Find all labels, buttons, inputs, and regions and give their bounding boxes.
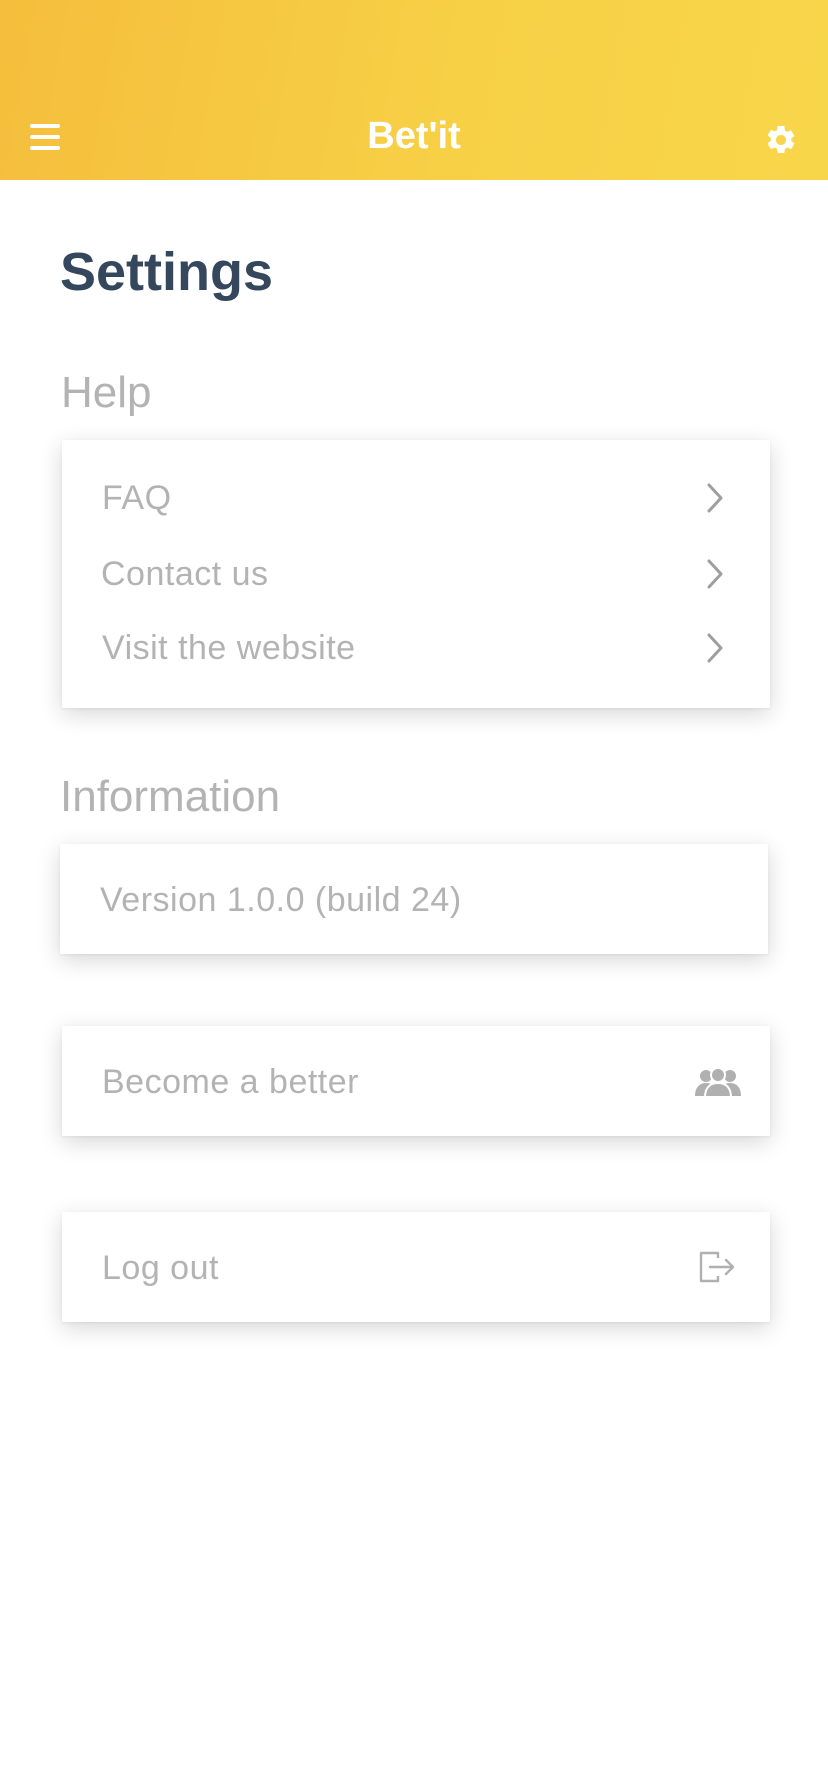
become-better-button[interactable]: Become a better (62, 1026, 770, 1136)
chevron-right-icon (707, 633, 723, 663)
chevron-right-icon (707, 559, 723, 589)
help-card: FAQ Contact us Visit the website (62, 440, 770, 708)
section-title-information: Information (60, 772, 281, 821)
app-title: Bet'it (367, 115, 461, 157)
settings-screen: Bet'it Settings Help FAQ Contact us Visi… (0, 0, 828, 1792)
section-title-help: Help (61, 368, 152, 417)
app-header: Bet'it (0, 0, 828, 180)
contact-us-row[interactable]: Contact us (62, 544, 770, 604)
version-card: Version 1.0.0 (build 24) (60, 844, 768, 954)
faq-row[interactable]: FAQ (62, 468, 770, 528)
version-label: Version 1.0.0 (build 24) (100, 881, 462, 919)
group-icon (695, 1067, 741, 1098)
logout-button[interactable]: Log out (62, 1212, 770, 1322)
logout-label: Log out (102, 1249, 219, 1287)
logout-icon (699, 1251, 735, 1283)
gear-icon[interactable] (764, 123, 798, 157)
contact-us-label: Contact us (101, 555, 269, 593)
page-title: Settings (60, 242, 274, 302)
visit-website-row[interactable]: Visit the website (62, 618, 770, 678)
become-better-label: Become a better (102, 1063, 359, 1101)
faq-label: FAQ (102, 479, 172, 517)
visit-website-label: Visit the website (102, 629, 356, 667)
chevron-right-icon (707, 483, 723, 513)
